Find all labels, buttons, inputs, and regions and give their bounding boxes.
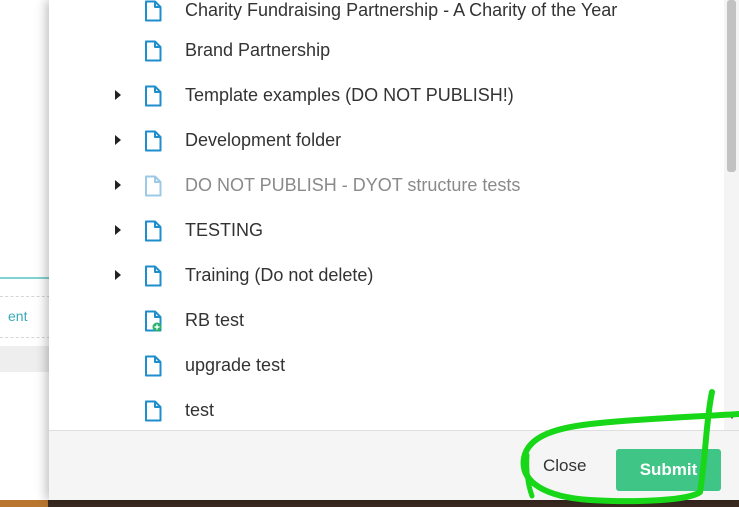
expand-arrow-icon[interactable] bbox=[115, 225, 121, 235]
tree-item-label: Charity Fundraising Partnership - A Char… bbox=[185, 0, 618, 20]
document-add-icon bbox=[145, 310, 162, 332]
tree-item[interactable]: Training (Do not delete) bbox=[49, 253, 724, 298]
tree-item-label: RB test bbox=[185, 310, 245, 330]
tree-item[interactable]: Template examples (DO NOT PUBLISH!) bbox=[49, 73, 724, 118]
document-icon bbox=[145, 220, 162, 242]
close-button[interactable]: Close bbox=[533, 449, 596, 483]
page-tree: Charity Fundraising Partnership - A Char… bbox=[49, 0, 724, 430]
modal-footer: Close Submit bbox=[49, 430, 739, 500]
background-tab-label: ent bbox=[8, 308, 28, 324]
document-icon bbox=[145, 40, 162, 62]
background-tab: ent bbox=[0, 296, 50, 338]
background-bar bbox=[0, 346, 50, 372]
expand-arrow-icon[interactable] bbox=[115, 135, 121, 145]
document-icon bbox=[145, 175, 162, 197]
document-icon bbox=[145, 265, 162, 287]
background-page bbox=[0, 0, 50, 507]
background-bottom-bar bbox=[0, 500, 739, 507]
tree-item-label: TESTING bbox=[185, 220, 264, 240]
tree-item-label: test bbox=[185, 400, 215, 420]
tree-item-label: Brand Partnership bbox=[185, 40, 331, 60]
tree-item[interactable]: RB test bbox=[49, 298, 724, 343]
background-divider bbox=[0, 277, 50, 279]
document-icon bbox=[145, 130, 162, 152]
submit-button[interactable]: Submit bbox=[616, 449, 721, 491]
page-picker-modal: Charity Fundraising Partnership - A Char… bbox=[49, 0, 739, 500]
expand-arrow-icon[interactable] bbox=[115, 90, 121, 100]
background-bottom-accent bbox=[0, 500, 48, 507]
scroll-down-arrow-icon[interactable] bbox=[727, 412, 737, 419]
expand-arrow-icon[interactable] bbox=[115, 180, 121, 190]
document-icon bbox=[145, 355, 162, 377]
expand-arrow-icon[interactable] bbox=[115, 270, 121, 280]
tree-item[interactable]: Development folder bbox=[49, 118, 724, 163]
tree-item-label: Training (Do not delete) bbox=[185, 265, 374, 285]
tree-item[interactable]: upgrade test bbox=[49, 343, 724, 388]
tree-item[interactable]: DO NOT PUBLISH - DYOT structure tests bbox=[49, 163, 724, 208]
tree-item[interactable]: test bbox=[49, 388, 724, 430]
scrollbar-thumb[interactable] bbox=[727, 0, 736, 172]
document-icon bbox=[145, 85, 162, 107]
document-icon bbox=[145, 0, 162, 22]
tree-item-label: Template examples (DO NOT PUBLISH!) bbox=[185, 85, 514, 105]
tree-item[interactable]: Brand Partnership bbox=[49, 28, 724, 73]
tree-item-label: Development folder bbox=[185, 130, 342, 150]
tree-item-label: DO NOT PUBLISH - DYOT structure tests bbox=[185, 175, 521, 195]
document-icon bbox=[145, 400, 162, 422]
screen: ent Charity Fundraising Partnership - A … bbox=[0, 0, 739, 507]
tree-item[interactable]: TESTING bbox=[49, 208, 724, 253]
tree-item-label: upgrade test bbox=[185, 355, 286, 375]
